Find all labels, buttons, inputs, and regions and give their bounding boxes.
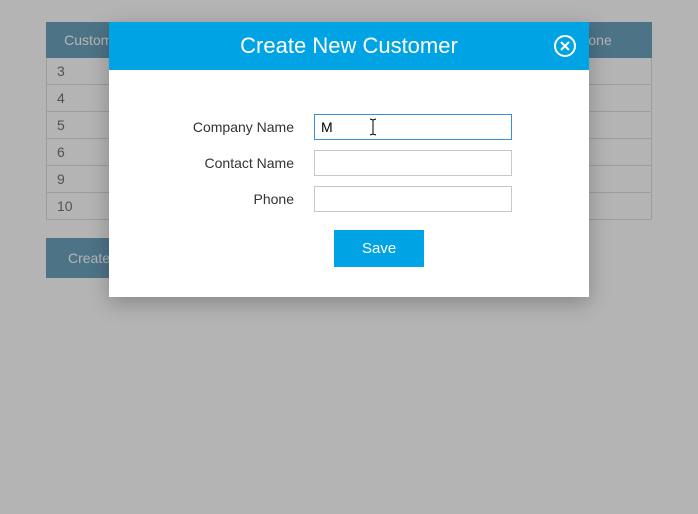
modal-header: Create New Customer bbox=[109, 22, 589, 70]
phone-label: Phone bbox=[149, 191, 314, 207]
modal-overlay[interactable]: Create New Customer Company Name bbox=[0, 0, 698, 514]
contact-name-input[interactable] bbox=[314, 150, 512, 176]
modal-title: Create New Customer bbox=[240, 33, 458, 59]
phone-input[interactable] bbox=[314, 186, 512, 212]
close-icon[interactable] bbox=[553, 34, 577, 58]
company-name-input[interactable] bbox=[314, 114, 512, 140]
contact-name-label: Contact Name bbox=[149, 155, 314, 171]
save-button[interactable]: Save bbox=[334, 230, 424, 267]
create-customer-modal: Create New Customer Company Name bbox=[109, 22, 589, 297]
modal-body: Company Name Contact Name Phone Save bbox=[109, 70, 589, 297]
company-name-label: Company Name bbox=[149, 119, 314, 135]
